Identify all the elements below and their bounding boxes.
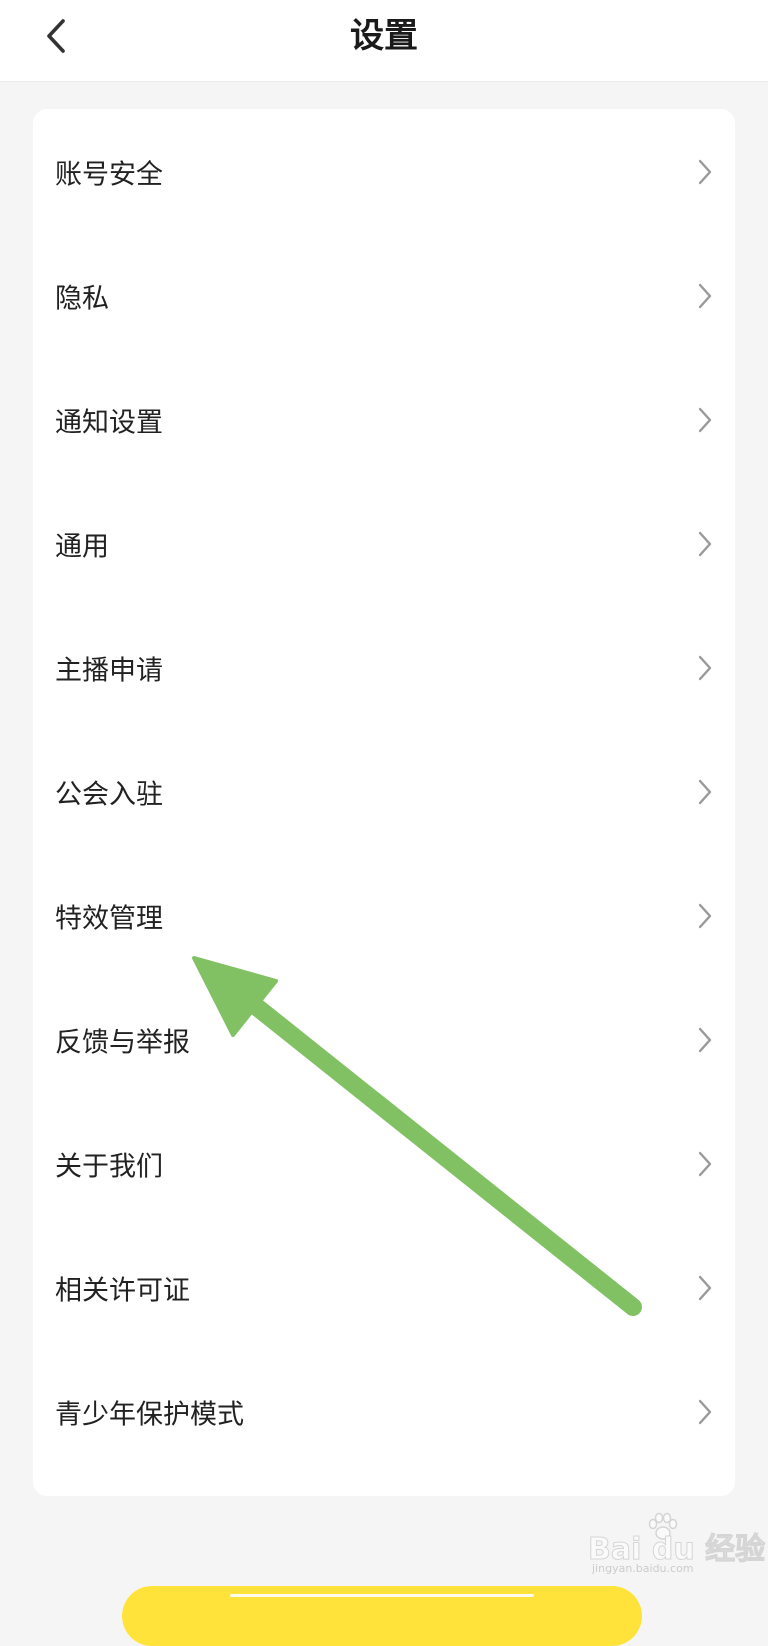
menu-item-general[interactable]: 通用 [33,481,735,607]
chevron-right-icon [698,655,712,681]
menu-item-label: 通知设置 [55,407,163,439]
menu-item-label: 青少年保护模式 [55,1399,244,1431]
baidu-jingyan-watermark: Bai du 经验 jingyan.baidu.com [587,1512,766,1580]
bottom-bar-highlight [230,1594,534,1597]
menu-item-licenses[interactable]: 相关许可证 [33,1225,735,1351]
chevron-right-icon [698,779,712,805]
header-bar: 设置 [0,0,768,82]
chevron-right-icon [698,903,712,929]
watermark-subtext: jingyan.baidu.com [592,1562,694,1575]
page-title: 设置 [350,16,418,56]
menu-item-effects-management[interactable]: 特效管理 [33,853,735,979]
menu-item-guild-join[interactable]: 公会入驻 [33,729,735,855]
chevron-right-icon [698,159,712,185]
menu-item-notification-settings[interactable]: 通知设置 [33,357,735,483]
menu-item-label: 相关许可证 [55,1275,190,1307]
menu-item-youth-protection-mode[interactable]: 青少年保护模式 [33,1349,735,1475]
menu-item-streamer-application[interactable]: 主播申请 [33,605,735,731]
chevron-right-icon [698,1399,712,1425]
menu-item-label: 公会入驻 [55,779,163,811]
menu-item-about-us[interactable]: 关于我们 [33,1101,735,1227]
chevron-right-icon [698,1027,712,1053]
menu-item-label: 关于我们 [55,1151,163,1183]
menu-item-label: 通用 [55,531,109,563]
chevron-right-icon [698,283,712,309]
chevron-right-icon [698,1275,712,1301]
chevron-right-icon [698,531,712,557]
chevron-right-icon [698,1151,712,1177]
menu-item-label: 主播申请 [55,655,163,687]
settings-menu-card: 账号安全 隐私 通知设置 通用 主播申请 公会入驻 特效管理 反馈与举报 关于我… [33,109,735,1496]
menu-item-label: 隐私 [55,283,109,315]
menu-item-account-security[interactable]: 账号安全 [33,109,735,235]
chevron-right-icon [698,407,712,433]
menu-item-privacy[interactable]: 隐私 [33,233,735,359]
menu-item-feedback-report[interactable]: 反馈与举报 [33,977,735,1103]
menu-item-label: 账号安全 [55,159,163,191]
bottom-action-bar[interactable] [122,1586,642,1646]
menu-item-label: 特效管理 [55,903,163,935]
menu-item-label: 反馈与举报 [55,1027,190,1059]
